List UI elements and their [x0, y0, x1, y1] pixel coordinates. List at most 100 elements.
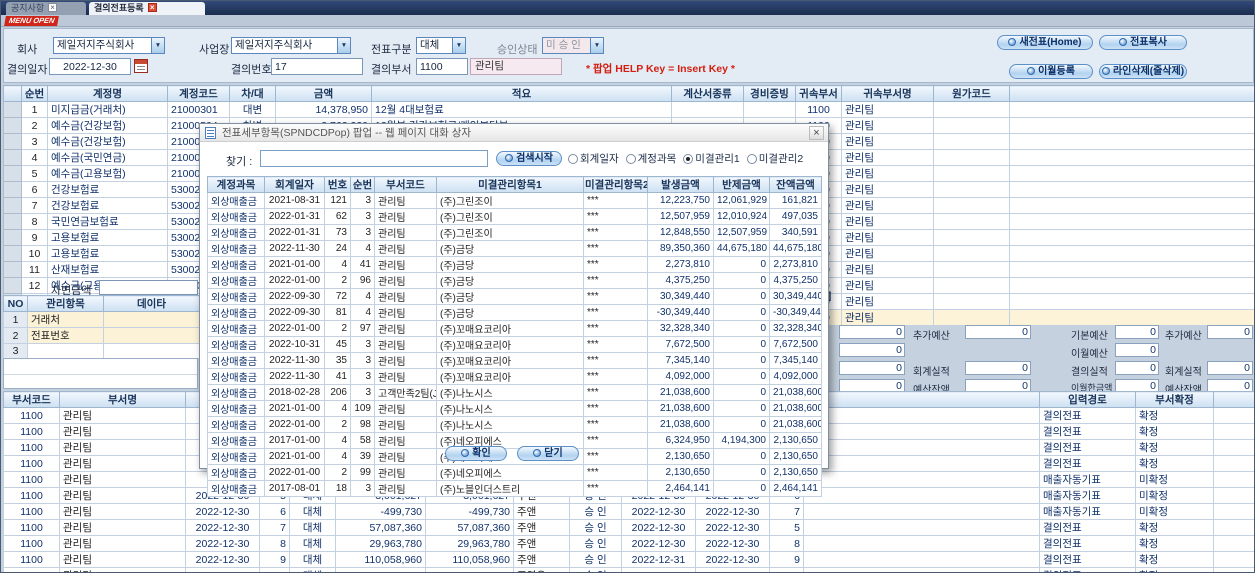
cell[interactable]	[1213, 535, 1254, 552]
cell[interactable]: 0	[713, 400, 770, 417]
cell[interactable]: 관리팀	[374, 432, 437, 449]
cell[interactable]: 승 인	[569, 567, 622, 572]
cell[interactable]: 2,130,650	[769, 432, 822, 449]
cell[interactable]: 44,675,180	[769, 240, 822, 257]
cell[interactable]	[1009, 293, 1254, 310]
cell[interactable]	[933, 149, 1010, 166]
cell[interactable]: 497,035	[769, 208, 822, 225]
cell[interactable]	[103, 311, 200, 328]
cell[interactable]	[1213, 439, 1254, 456]
cell[interactable]: 관리팀	[841, 197, 934, 214]
cell[interactable]	[933, 261, 1010, 278]
cell[interactable]: 미확정	[1135, 471, 1214, 488]
cell[interactable]: 2022-11-30	[264, 368, 325, 385]
cell[interactable]	[3, 197, 22, 214]
cell[interactable]: 1100	[3, 535, 60, 552]
cell[interactable]: 1100	[3, 487, 60, 504]
cell[interactable]: 2022-09-30	[264, 288, 325, 305]
cell[interactable]	[803, 535, 1040, 552]
cell[interactable]: 7	[259, 519, 290, 536]
cell[interactable]: 2022-12-30	[621, 535, 696, 552]
cell[interactable]: 0	[713, 304, 770, 321]
bizplace-select[interactable]: 제일저지주식회사 ▼	[231, 37, 351, 54]
cell[interactable]	[3, 149, 22, 166]
cell[interactable]: 고용보험료	[47, 245, 168, 262]
cell[interactable]	[1009, 245, 1254, 262]
cell[interactable]: 2017-01-00	[264, 432, 325, 449]
cell[interactable]	[933, 309, 1010, 326]
cell[interactable]: 41	[324, 368, 351, 385]
cell[interactable]: 확정	[1135, 439, 1214, 456]
cell[interactable]: 8	[259, 535, 290, 552]
cell[interactable]: 32,328,340	[769, 320, 822, 337]
cell[interactable]: ***	[583, 368, 648, 385]
cell[interactable]: 외상매출금	[207, 208, 265, 225]
table-row[interactable]: 외상매출금 2022-09-30 81 4 관리팀 (주)금당 *** -30,349,440…	[207, 304, 822, 321]
approve-select[interactable]: 미 승 인 ▼	[542, 37, 604, 54]
cell[interactable]: 결의전표	[1039, 519, 1136, 536]
cell[interactable]: 2	[324, 272, 351, 289]
table-row[interactable]: 1100관리팀2022-12-3010대체49,72049,720조영우승 인2…	[3, 567, 1254, 572]
cell[interactable]: 3	[350, 208, 375, 225]
cell[interactable]	[1009, 277, 1254, 294]
cell[interactable]: ***	[583, 288, 648, 305]
cell[interactable]: 3	[350, 224, 375, 241]
cell[interactable]: 관리팀	[374, 416, 437, 433]
table-row[interactable]: 1 거래처	[3, 311, 200, 328]
cell[interactable]: 관리팀	[841, 229, 934, 246]
cell[interactable]: 외상매출금	[207, 368, 265, 385]
cell[interactable]: 건강보험료	[47, 197, 168, 214]
cell[interactable]: 3	[3, 343, 28, 359]
cell[interactable]: (주)꼬매요코리아	[436, 336, 584, 353]
cell[interactable]	[1213, 423, 1254, 440]
cell[interactable]: 대체	[289, 519, 336, 536]
cell[interactable]	[933, 101, 1010, 118]
cell[interactable]: ***	[583, 304, 648, 321]
cell[interactable]: 2021-01-00	[264, 448, 325, 465]
cell[interactable]: 2022-12-30	[695, 519, 770, 536]
cell[interactable]: 2022-01-00	[264, 464, 325, 481]
cell[interactable]: ***	[583, 400, 648, 417]
cell[interactable]: 예수금(국민연금)	[47, 149, 168, 166]
cell[interactable]: (주)꼬매요코리아	[436, 352, 584, 369]
cell[interactable]: 관리팀	[59, 439, 186, 456]
cell[interactable]: 대체	[289, 503, 336, 520]
cell[interactable]: 10	[769, 567, 804, 572]
budget-field[interactable]	[965, 325, 1031, 339]
cell[interactable]: 3	[350, 368, 375, 385]
cell[interactable]: 2022-12-30	[695, 535, 770, 552]
cell[interactable]: (주)나노시스	[436, 400, 584, 417]
cell[interactable]: 외상매출금	[207, 288, 265, 305]
cell[interactable]: 2022-09-30	[264, 304, 325, 321]
cell[interactable]: 2,464,141	[769, 480, 822, 497]
cell[interactable]: 2017-08-01	[264, 480, 325, 497]
cell[interactable]: 관리팀	[841, 245, 934, 262]
cell[interactable]: 2022-12-30	[185, 567, 260, 572]
cell[interactable]: 9	[769, 551, 804, 568]
cell[interactable]: 0	[713, 272, 770, 289]
cell[interactable]	[1009, 229, 1254, 246]
cell[interactable]: 매출자동기표	[1039, 503, 1136, 520]
close-icon[interactable]: ×	[147, 3, 157, 12]
cell[interactable]: 21,038,600	[647, 400, 714, 417]
cell[interactable]: 4	[324, 256, 351, 273]
cell[interactable]: 2022-01-00	[264, 320, 325, 337]
table-row[interactable]: 외상매출금 2022-01-00 2 97 관리팀 (주)꼬매요코리아 *** 32,328,…	[207, 320, 822, 337]
cell[interactable]: 결의전표	[1039, 439, 1136, 456]
cell[interactable]: 2022-12-30	[695, 503, 770, 520]
cell[interactable]: 외상매출금	[207, 192, 265, 209]
table-row[interactable]: 외상매출금2021-01-00439관리팀(주)네오피에스***2,130,65…	[207, 448, 822, 465]
cell[interactable]: 2,130,650	[769, 464, 822, 481]
cell[interactable]: 1100	[3, 519, 60, 536]
cell[interactable]: 승 인	[569, 519, 622, 536]
cell[interactable]: 2022-01-00	[264, 272, 325, 289]
cell[interactable]: 관리팀	[374, 448, 437, 465]
table-row[interactable]: 외상매출금 2022-01-00 2 99 관리팀 (주)네오피에스 *** 2,130,65…	[207, 464, 822, 481]
cell[interactable]: 2022-12-30	[695, 567, 770, 572]
cell[interactable]: (주)네오피에스	[436, 464, 584, 481]
cell[interactable]: 4,092,000	[647, 368, 714, 385]
close-icon[interactable]: ×	[48, 3, 58, 12]
cell[interactable]: 12,061,929	[713, 192, 770, 209]
cell[interactable]: 관리팀	[59, 551, 186, 568]
cell[interactable]: 외상매출금	[207, 336, 265, 353]
